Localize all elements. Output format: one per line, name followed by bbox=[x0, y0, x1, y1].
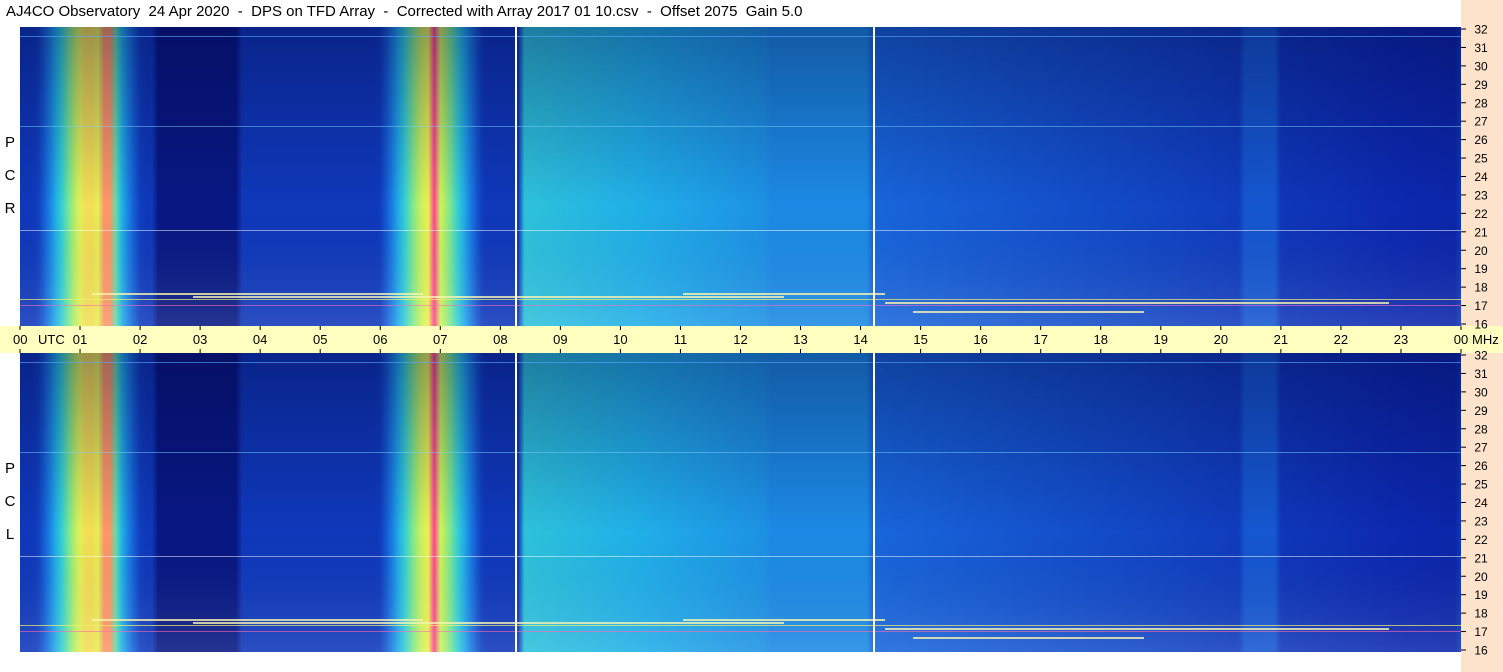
rcp-rfi-line-3 bbox=[20, 299, 1461, 300]
lcp-label-c: C bbox=[4, 493, 16, 510]
utc-tick-label-17: 17 bbox=[1033, 332, 1047, 347]
utc-tick-label-1: 01 bbox=[73, 332, 87, 347]
lcp-spectrogram bbox=[20, 353, 1461, 652]
utc-tick-label-16: 16 bbox=[973, 332, 987, 347]
utc-tick-label-24: 00 bbox=[1454, 332, 1468, 347]
lcp-emission-streak-0 bbox=[92, 619, 423, 621]
lcp-emission-streak-3 bbox=[885, 628, 1389, 630]
utc-time-axis-ticks: 00 01 02 03 04 05 06 07 08 09 10 11 12 13 14 15 16 17 18 19… bbox=[13, 326, 1499, 353]
rcp-rfi-line-0 bbox=[20, 36, 1461, 37]
lcp-rfi-line-0 bbox=[20, 362, 1461, 363]
utc-tick-label-18: 18 bbox=[1094, 332, 1108, 347]
utc-tick-label-14: 14 bbox=[853, 332, 867, 347]
utc-tick-label-3: 03 bbox=[193, 332, 207, 347]
utc-tick-label-15: 15 bbox=[913, 332, 927, 347]
rcp-marker-line-0 bbox=[515, 27, 517, 326]
utc-tick-label-22: 22 bbox=[1334, 332, 1348, 347]
lcp-label-p: P bbox=[4, 460, 15, 477]
rcp-label-r: R bbox=[4, 200, 16, 217]
lcp-spectrogram-canvas bbox=[20, 353, 1461, 652]
utc-axis-label: UTC bbox=[38, 332, 65, 347]
rcp-emission-streak-4 bbox=[913, 311, 1144, 313]
utc-tick-label-19: 19 bbox=[1154, 332, 1168, 347]
lcp-marker-line-0 bbox=[515, 353, 517, 652]
rcp-spectrogram bbox=[20, 27, 1461, 326]
rcp-spectrogram-canvas bbox=[20, 27, 1461, 326]
utc-tick-label-0: 00 bbox=[13, 332, 27, 347]
rcp-emission-streak-3 bbox=[885, 302, 1389, 304]
utc-tick-label-21: 21 bbox=[1274, 332, 1288, 347]
lcp-emission-streak-1 bbox=[193, 622, 784, 624]
utc-tick-label-6: 06 bbox=[373, 332, 387, 347]
lcp-rfi-line-4 bbox=[20, 631, 1461, 632]
rcp-marker-line-1 bbox=[873, 27, 875, 326]
utc-tick-label-4: 04 bbox=[253, 332, 267, 347]
rcp-rfi-line-1 bbox=[20, 126, 1461, 127]
utc-time-axis: 00 01 02 03 04 05 06 07 08 09 10 11 12 13 14 15 16 17 18 19… bbox=[0, 326, 1503, 353]
utc-tick-label-8: 08 bbox=[493, 332, 507, 347]
lcp-emission-streak-2 bbox=[683, 619, 885, 621]
rcp-emission-streak-2 bbox=[683, 293, 885, 295]
mhz-unit-label: MHz bbox=[1472, 332, 1499, 347]
lcp-rfi-line-1 bbox=[20, 452, 1461, 453]
lcp-emission-streak-4 bbox=[913, 637, 1144, 639]
lcp-rfi-line-3 bbox=[20, 625, 1461, 626]
rcp-rfi-line-2 bbox=[20, 230, 1461, 231]
lcp-rfi-line-2 bbox=[20, 556, 1461, 557]
utc-tick-label-9: 09 bbox=[553, 332, 567, 347]
lcp-marker-line-1 bbox=[873, 353, 875, 652]
utc-tick-label-5: 05 bbox=[313, 332, 327, 347]
rcp-label-p: P bbox=[4, 134, 15, 151]
lcp-frequency-shading bbox=[20, 353, 1461, 652]
utc-tick-label-23: 23 bbox=[1394, 332, 1408, 347]
rcp-label-c: C bbox=[4, 167, 16, 184]
rcp-emission-streak-1 bbox=[193, 296, 784, 298]
utc-tick-label-10: 10 bbox=[613, 332, 627, 347]
utc-tick-label-11: 11 bbox=[674, 332, 688, 347]
utc-tick-label-12: 12 bbox=[733, 332, 747, 347]
chart-title: AJ4CO Observatory 24 Apr 2020 - DPS on T… bbox=[6, 3, 803, 20]
utc-tick-label-2: 02 bbox=[133, 332, 147, 347]
utc-tick-label-13: 13 bbox=[793, 332, 807, 347]
rcp-rfi-line-4 bbox=[20, 305, 1461, 306]
utc-tick-label-7: 07 bbox=[433, 332, 447, 347]
rcp-frequency-shading bbox=[20, 27, 1461, 326]
lcp-label-l: L bbox=[5, 526, 15, 543]
utc-tick-label-20: 20 bbox=[1214, 332, 1228, 347]
rcp-emission-streak-0 bbox=[92, 293, 423, 295]
